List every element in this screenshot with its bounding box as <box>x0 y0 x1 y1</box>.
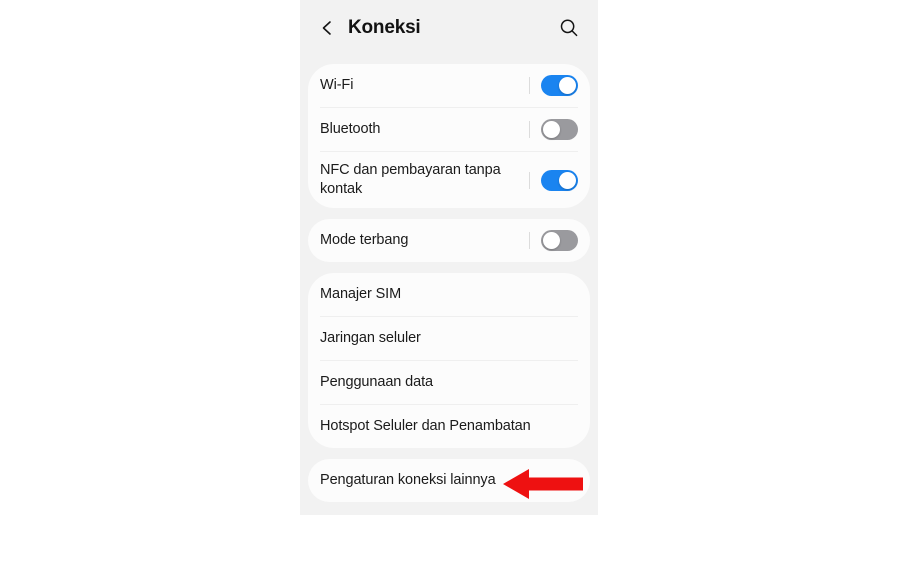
row-label: NFC dan pembayaran tanpa kontak <box>320 162 501 197</box>
row-label: Jaringan seluler <box>320 330 421 346</box>
row-sim-manager[interactable]: Manajer SIM <box>308 273 590 316</box>
toggle-knob <box>543 232 560 249</box>
wireless-group: Wi-Fi Bluetooth NFC dan pembayaran tanpa… <box>308 64 590 208</box>
row-label: Hotspot Seluler dan Penambatan <box>320 418 531 434</box>
divider-tick <box>529 121 530 138</box>
toggle-wrap <box>519 169 578 191</box>
toggle-wrap <box>519 75 578 96</box>
row-label: Pengaturan koneksi lainnya <box>320 472 496 488</box>
toggle-nfc[interactable] <box>541 169 578 191</box>
row-airplane-mode[interactable]: Mode terbang <box>308 219 590 262</box>
toggle-knob <box>559 77 576 94</box>
app-bar: Koneksi <box>300 0 598 56</box>
toggle-airplane-mode[interactable] <box>541 230 578 251</box>
network-group: Manajer SIM Jaringan seluler Penggunaan … <box>308 273 590 448</box>
row-wifi[interactable]: Wi-Fi <box>308 64 590 107</box>
chevron-left-icon[interactable] <box>318 18 336 38</box>
row-label: Wi-Fi <box>320 77 354 93</box>
row-mobile-networks[interactable]: Jaringan seluler <box>308 317 590 360</box>
more-settings-group: Pengaturan koneksi lainnya <box>308 459 590 502</box>
page-title: Koneksi <box>348 17 421 38</box>
toggle-bluetooth[interactable] <box>541 119 578 140</box>
divider-tick <box>529 232 530 249</box>
search-icon[interactable] <box>558 17 580 39</box>
divider-tick <box>529 171 530 189</box>
row-more-connection-settings[interactable]: Pengaturan koneksi lainnya <box>308 459 590 502</box>
row-label: Manajer SIM <box>320 286 402 302</box>
toggle-knob <box>543 121 560 138</box>
toggle-wrap <box>519 230 578 251</box>
airplane-group: Mode terbang <box>308 219 590 262</box>
row-nfc[interactable]: NFC dan pembayaran tanpa kontak <box>308 152 590 208</box>
row-bluetooth[interactable]: Bluetooth <box>308 108 590 151</box>
screenshot-canvas: Koneksi Wi-Fi Bluetooth NFC dan pembayar… <box>0 0 900 564</box>
row-data-usage[interactable]: Penggunaan data <box>308 361 590 404</box>
divider-tick <box>529 77 530 94</box>
row-mobile-hotspot-tethering[interactable]: Hotspot Seluler dan Penambatan <box>308 405 590 448</box>
row-label: Mode terbang <box>320 232 409 248</box>
row-label: Penggunaan data <box>320 374 433 390</box>
toggle-wifi[interactable] <box>541 75 578 96</box>
row-label: Bluetooth <box>320 121 381 137</box>
toggle-wrap <box>519 119 578 140</box>
toggle-knob <box>559 171 576 189</box>
phone-screen: Koneksi Wi-Fi Bluetooth NFC dan pembayar… <box>300 0 598 515</box>
